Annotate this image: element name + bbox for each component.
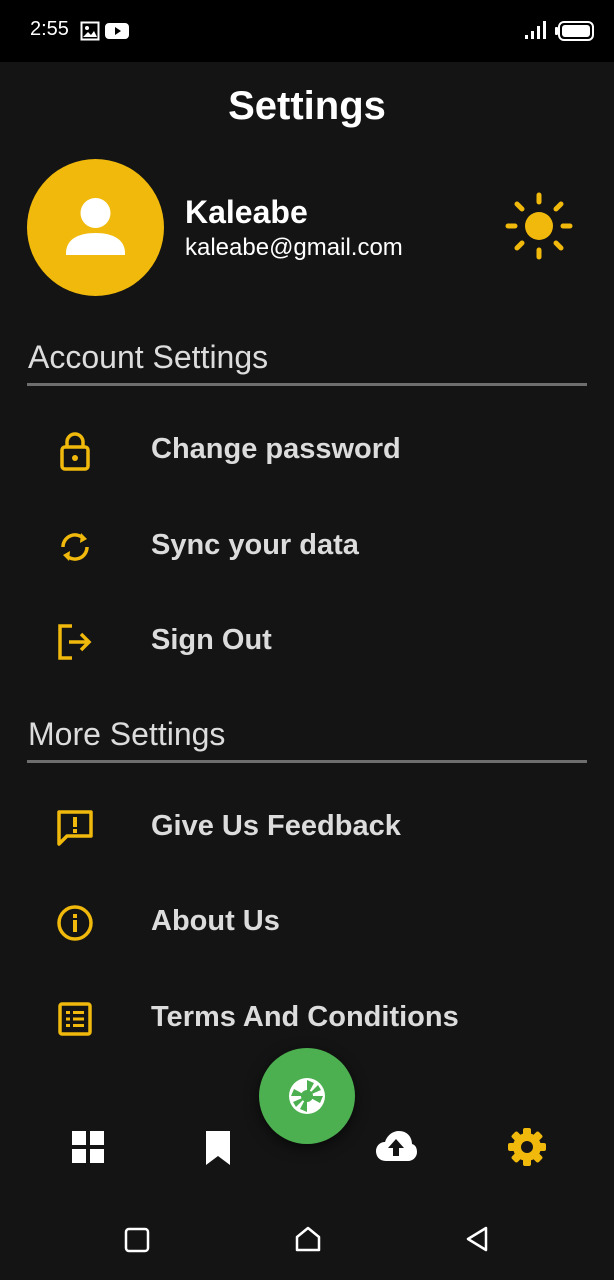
menu-item-label: Sync your data [151,529,359,561]
profile-email: kaleabe@gmail.com [185,234,403,261]
camera-shutter-icon [289,1078,325,1114]
dashboard-icon[interactable] [68,1127,108,1167]
signal-icon [525,21,546,39]
section-divider [27,383,587,386]
sun-icon[interactable] [505,192,573,260]
home-button[interactable] [294,1225,322,1253]
menu-item-about-us[interactable]: About Us [0,877,614,967]
list-icon [58,1002,92,1036]
battery-icon [555,21,594,41]
lock-icon [60,432,90,471]
bookmark-icon[interactable] [198,1127,238,1167]
menu-item-change-password[interactable]: Change password [0,405,614,495]
back-button[interactable] [464,1225,490,1253]
sync-icon [61,533,89,561]
menu-item-label: About Us [151,905,280,937]
recents-button[interactable] [124,1227,150,1253]
menu-item-sign-out[interactable]: Sign Out [0,596,614,686]
person-icon [66,198,125,255]
camera-fab-button[interactable] [259,1048,355,1144]
menu-item-label: Give Us Feedback [151,810,401,842]
settings-gear-icon[interactable] [505,1125,549,1169]
settings-screen: Settings Kaleabe kaleabe@gmail.com Accou… [0,62,614,1200]
system-navigation-bar [0,1200,614,1280]
menu-item-label: Change password [151,433,401,465]
upload-icon[interactable] [374,1125,418,1169]
info-icon [57,905,93,941]
youtube-icon [105,23,129,39]
section-divider [27,760,587,763]
image-icon [80,21,100,41]
menu-item-feedback[interactable]: Give Us Feedback [0,782,614,872]
feedback-icon [57,810,93,846]
avatar[interactable] [27,159,164,296]
profile-name: Kaleabe [185,194,308,230]
menu-item-sync-data[interactable]: Sync your data [0,501,614,591]
menu-item-label: Sign Out [151,624,272,656]
section-header-account: Account Settings [28,339,269,375]
status-bar: 2:55 [0,0,614,62]
menu-item-label: Terms And Conditions [151,1001,459,1033]
logout-icon [58,624,92,660]
page-title: Settings [228,84,386,128]
status-time: 2:55 [30,18,69,40]
section-header-more: More Settings [28,716,226,752]
